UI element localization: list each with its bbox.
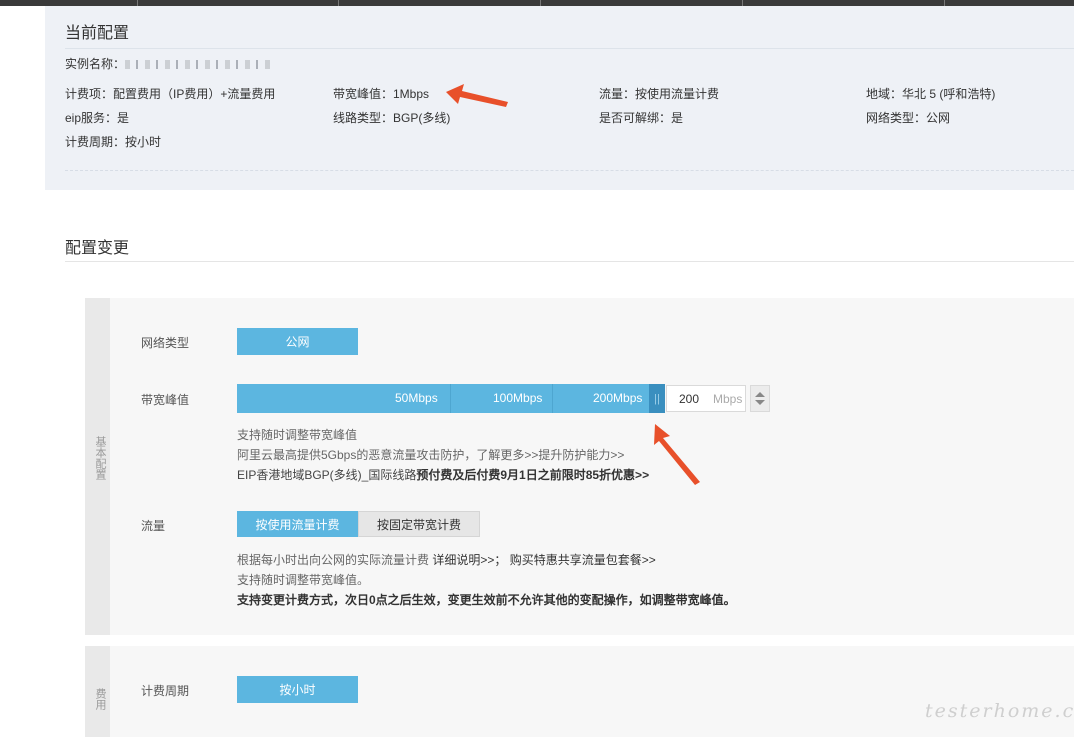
unbindable: 是否可解绑：是 bbox=[599, 111, 684, 125]
bandwidth-stepper[interactable] bbox=[750, 385, 770, 412]
instance-name-label: 实例名称： bbox=[65, 57, 126, 71]
slider-mark-200: 200Mbps bbox=[593, 391, 643, 405]
billing-cycle-hourly-button[interactable]: 按小时 bbox=[237, 676, 358, 703]
bandwidth-input[interactable]: 200 Mbps bbox=[666, 385, 746, 412]
traffic-note-text: 根据每小时出向公网的实际流量计费 bbox=[237, 553, 430, 567]
traffic-note-2: 支持随时调整带宽峰值。 bbox=[237, 573, 370, 587]
bandwidth-note-2: 阿里云最高提供5Gbps的恶意流量攻击防护，了解更多>>提升防护能力>> bbox=[237, 446, 624, 463]
change-title: 配置变更 bbox=[65, 240, 130, 257]
blurred-instance-name bbox=[125, 60, 276, 70]
traffic-note-3: 支持变更计费方式，次日0点之后生效，变更生效前不允许其他的变配操作，如调整带宽峰… bbox=[237, 591, 736, 608]
instance-name: 实例名称： bbox=[65, 55, 276, 72]
bandwidth-unit: Mbps bbox=[713, 392, 743, 406]
ddos-learn-more-link[interactable]: 了解更多>>提升防护能力>> bbox=[476, 448, 624, 462]
watermark: testerhome.com bbox=[925, 700, 1074, 722]
region-current: 地域：华北 5 (呼和浩特) bbox=[866, 87, 996, 101]
basic-config-side-label: 基本配置 bbox=[94, 436, 106, 480]
divider bbox=[65, 170, 1074, 171]
network-type-label: 网络类型 bbox=[141, 336, 190, 350]
bandwidth-slider[interactable]: 50Mbps 100Mbps 200Mbps bbox=[237, 384, 657, 413]
bandwidth-peak-current: 带宽峰值：1Mbps bbox=[333, 87, 430, 101]
traffic-fixed-button[interactable]: 按固定带宽计费 bbox=[358, 511, 480, 537]
billing-item: 计费项：配置费用（IP费用）+流量费用 bbox=[65, 87, 276, 101]
eip-service: eip服务：是 bbox=[65, 111, 130, 125]
annotation-arrow-icon bbox=[654, 424, 700, 485]
stepper-down-icon[interactable] bbox=[755, 400, 765, 405]
traffic-label: 流量 bbox=[141, 519, 166, 533]
eip-promo-text: EIP香港地域BGP(多线)_国际线路 bbox=[237, 468, 417, 482]
bandwidth-note-1: 支持随时调整带宽峰值 bbox=[237, 428, 358, 442]
traffic-note-3-text: 支持变更计费方式，次日0点之后生效，变更生效前不允许其他的变配操作，如调整带宽峰… bbox=[237, 593, 736, 607]
slider-mark-100: 100Mbps bbox=[493, 391, 543, 405]
bandwidth-note-3[interactable]: EIP香港地域BGP(多线)_国际线路预付费及后付费9月1日之前限时85折优惠>… bbox=[237, 466, 649, 483]
network-public-button[interactable]: 公网 bbox=[237, 328, 358, 355]
divider bbox=[65, 261, 1074, 262]
slider-handle[interactable]: || bbox=[649, 384, 665, 413]
ddos-note-text: 阿里云最高提供5Gbps的恶意流量攻击防护， bbox=[237, 448, 477, 462]
billing-cycle-label: 计费周期 bbox=[141, 684, 190, 698]
divider bbox=[65, 48, 1074, 49]
traffic-detail-link[interactable]: 详细说明>>； 购买特惠共享流量包套餐>> bbox=[432, 553, 655, 567]
network-type-current: 网络类型：公网 bbox=[866, 111, 951, 125]
fee-side-label: 费用 bbox=[94, 688, 106, 710]
current-config-title: 当前配置 bbox=[65, 25, 130, 42]
traffic-note-1: 根据每小时出向公网的实际流量计费 详细说明>>； 购买特惠共享流量包套餐>> bbox=[237, 551, 656, 568]
slider-divider bbox=[552, 384, 553, 413]
line-type: 线路类型：BGP(多线) bbox=[333, 111, 451, 125]
stepper-up-icon[interactable] bbox=[755, 392, 765, 397]
slider-mark-50: 50Mbps bbox=[395, 391, 438, 405]
bandwidth-label: 带宽峰值 bbox=[141, 393, 190, 407]
fee-panel: 费用 bbox=[85, 646, 1074, 737]
bandwidth-value: 200 bbox=[679, 392, 700, 406]
eip-promo-link[interactable]: 预付费及后付费9月1日之前限时85折优惠>> bbox=[416, 468, 649, 482]
slider-divider bbox=[450, 384, 451, 413]
billing-cycle-current: 计费周期：按小时 bbox=[65, 135, 162, 149]
traffic-current: 流量：按使用流量计费 bbox=[599, 87, 720, 101]
traffic-usage-button[interactable]: 按使用流量计费 bbox=[237, 511, 358, 537]
annotation-arrow-icon bbox=[446, 84, 508, 107]
